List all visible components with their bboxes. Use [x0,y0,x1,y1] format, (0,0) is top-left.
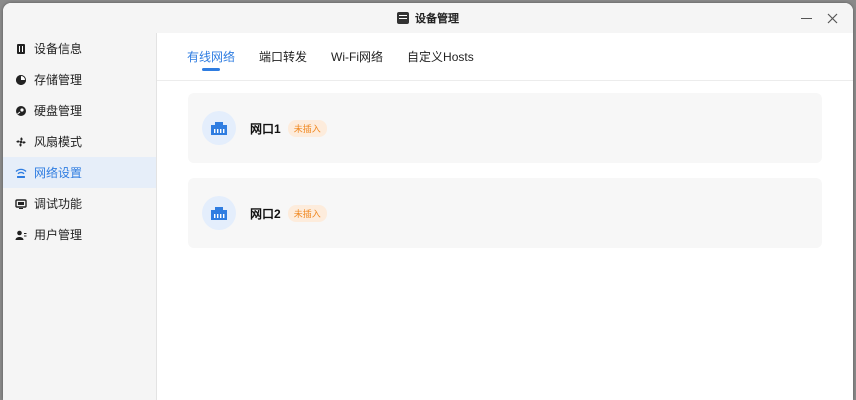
sidebar-item-label: 存储管理 [34,73,83,87]
storage-pie-icon [15,74,27,86]
tab-bar: 有线网络 端口转发 Wi-Fi网络 自定义Hosts [157,33,853,81]
tab-wired-network[interactable]: 有线网络 [187,33,235,81]
port-name: 网口1 [250,121,281,136]
sidebar-item-debug[interactable]: 调试功能 [3,188,156,219]
sidebar-item-fan[interactable]: 风扇模式 [3,126,156,157]
monitor-icon [15,198,27,210]
ethernet-port-icon [202,196,236,230]
fan-icon [15,136,27,148]
app-window: 设备管理 设备信息 存储管理 硬盘管理 风扇模式 网络设置 调试功能 用户管理 … [3,3,853,400]
minimize-icon [800,17,812,19]
sidebar-item-label: 风扇模式 [34,135,83,149]
disk-icon [15,105,27,117]
sidebar-item-label: 用户管理 [34,228,83,242]
title-group: 设备管理 [3,3,853,33]
close-button[interactable] [823,9,841,27]
wifi-icon [15,167,27,179]
tab-wifi-network[interactable]: Wi-Fi网络 [331,33,383,81]
port-card[interactable]: 网口1 未插入 [188,93,822,163]
app-icon [397,12,409,24]
close-icon [827,13,837,23]
users-icon [15,229,27,241]
tab-port-forwarding[interactable]: 端口转发 [259,33,307,81]
tab-custom-hosts[interactable]: 自定义Hosts [407,33,474,81]
sidebar: 设备信息 存储管理 硬盘管理 风扇模式 网络设置 调试功能 用户管理 [3,33,157,400]
sidebar-item-network[interactable]: 网络设置 [3,157,156,188]
port-list: 网口1 未插入 网口2 未插入 [157,81,853,248]
port-name: 网口2 [250,206,281,221]
status-badge: 未插入 [287,119,327,137]
sidebar-item-label: 设备信息 [34,42,83,56]
window-title: 设备管理 [415,13,459,25]
sidebar-item-disk[interactable]: 硬盘管理 [3,95,156,126]
main-content: 有线网络 端口转发 Wi-Fi网络 自定义Hosts 网口1 未插入 网口2 未… [157,33,853,400]
sidebar-item-label: 硬盘管理 [34,104,83,118]
status-badge: 未插入 [287,204,327,222]
minimize-button[interactable] [797,9,815,27]
sidebar-item-label: 调试功能 [34,197,83,211]
title-bar: 设备管理 [3,3,853,33]
port-card[interactable]: 网口2 未插入 [188,178,822,248]
ethernet-port-icon [202,111,236,145]
sidebar-item-storage[interactable]: 存储管理 [3,64,156,95]
sidebar-item-label: 网络设置 [34,166,83,180]
sidebar-item-device-info[interactable]: 设备信息 [3,33,156,64]
device-info-icon [15,43,27,55]
sidebar-item-users[interactable]: 用户管理 [3,219,156,250]
